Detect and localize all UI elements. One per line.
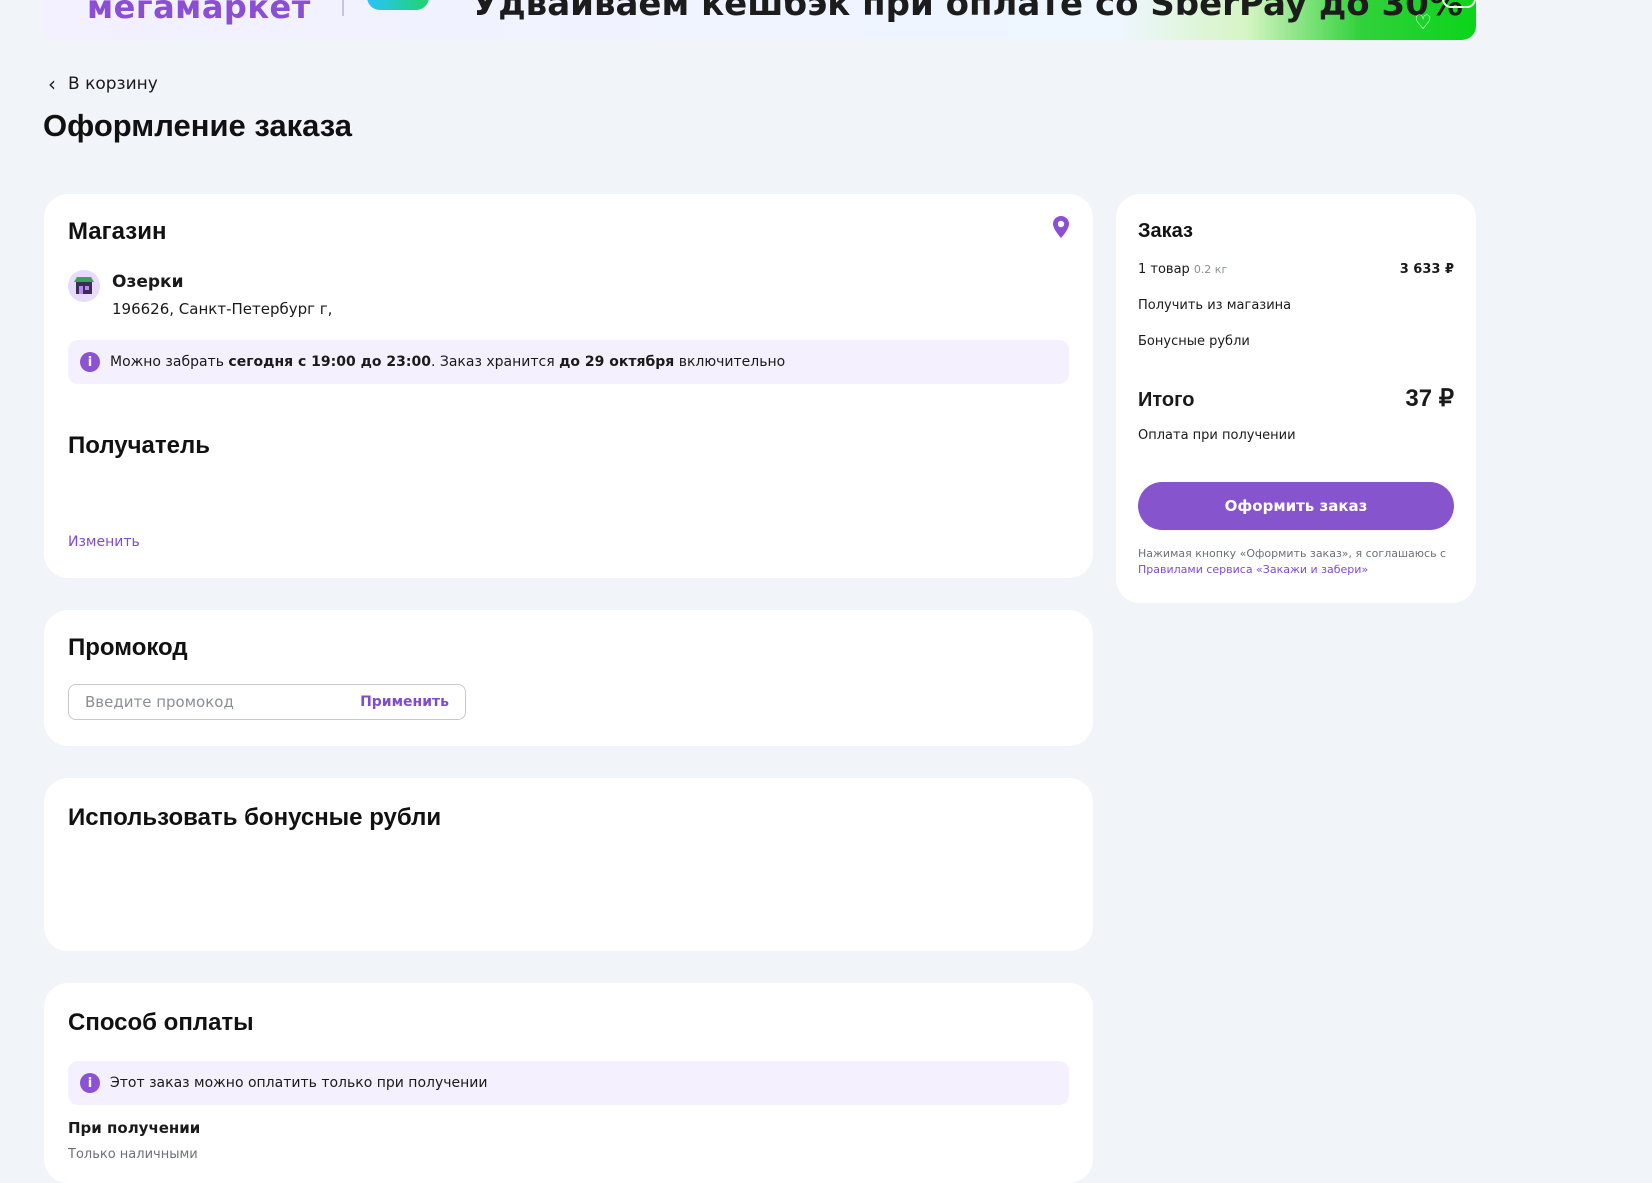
back-link-label: В корзину <box>68 74 158 94</box>
banner-text: Удваиваем кешбэк при оплате со SberPay д… <box>472 0 1463 24</box>
bonus-label: Бонусные рубли <box>1138 334 1250 349</box>
items-price: 3 633 ₽ <box>1399 262 1454 277</box>
recipient-section-title: Получатель <box>68 432 210 459</box>
pickup-row: Получить из магазина <box>1138 298 1454 313</box>
total-row: Итого 37 ₽ <box>1138 384 1454 413</box>
total-value: 37 ₽ <box>1405 385 1454 412</box>
banner-pay-icon <box>1442 0 1476 8</box>
promo-card: Промокод Применить <box>44 610 1093 746</box>
bonus-row: Бонусные рубли <box>1138 334 1454 349</box>
store-name: Озерки <box>112 272 184 292</box>
info-icon: i <box>80 352 100 372</box>
items-count: 1 товар <box>1138 262 1190 277</box>
payment-info-box: i Этот заказ можно оплатить только при п… <box>68 1061 1069 1105</box>
order-summary-card: Заказ 1 товар 0.2 кг 3 633 ₽ Получить из … <box>1116 194 1476 603</box>
store-card: Магазин Озерки 196626, Санкт-Петербург г… <box>44 194 1093 578</box>
promo-code-input[interactable] <box>69 692 345 712</box>
apply-promo-button[interactable]: Применить <box>344 694 465 710</box>
payment-option-label[interactable]: При получении <box>68 1119 200 1137</box>
back-to-cart-link[interactable]: ‹ В корзину <box>48 74 158 94</box>
terms-text: Нажимая кнопку «Оформить заказ», я согла… <box>1138 547 1447 576</box>
change-recipient-link[interactable]: Изменить <box>68 534 140 550</box>
promo-banner[interactable]: мегамаркет Удваиваем кешбэк при оплате с… <box>42 0 1476 40</box>
pickup-info-box: i Можно забрать сегодня с 19:00 до 23:00… <box>68 340 1069 384</box>
service-rules-link[interactable]: Правилами сервиса «Закажи и забери» <box>1138 563 1368 576</box>
shop-icon <box>68 270 100 302</box>
banner-pay-logo <box>367 0 429 10</box>
payment-note: Оплата при получении <box>1138 428 1296 443</box>
heart-icon: ♡ <box>1414 10 1432 34</box>
promo-field: Применить <box>68 684 466 720</box>
order-items-row: 1 товар 0.2 кг 3 633 ₽ <box>1138 262 1454 277</box>
store-address: 196626, Санкт-Петербург г, <box>112 300 333 318</box>
chevron-left-icon: ‹ <box>48 72 56 96</box>
payment-info-text: Этот заказ можно оплатить только при пол… <box>110 1075 488 1091</box>
info-icon: i <box>80 1073 100 1093</box>
payment-section-title: Способ оплаты <box>68 1009 254 1036</box>
checkout-button[interactable]: Оформить заказ <box>1138 482 1454 530</box>
total-label: Итого <box>1138 389 1195 411</box>
bonus-card: Использовать бонусные рубли <box>44 778 1093 951</box>
store-section-title: Магазин <box>68 218 167 245</box>
payment-option-subtitle: Только наличными <box>68 1147 198 1162</box>
order-summary-title: Заказ <box>1138 220 1193 242</box>
pickup-label: Получить из магазина <box>1138 298 1292 313</box>
payment-card: Способ оплаты i Этот заказ можно оплатит… <box>44 983 1093 1183</box>
bonus-section-title: Использовать бонусные рубли <box>68 804 442 831</box>
items-weight: 0.2 кг <box>1193 263 1228 276</box>
page-title: Оформление заказа <box>43 108 353 143</box>
location-pin-icon[interactable] <box>1053 216 1069 238</box>
banner-divider <box>342 0 344 16</box>
pickup-info-text: Можно забрать сегодня с 19:00 до 23:00. … <box>110 354 786 370</box>
banner-brand: мегамаркет <box>87 0 311 26</box>
promo-section-title: Промокод <box>68 634 188 661</box>
